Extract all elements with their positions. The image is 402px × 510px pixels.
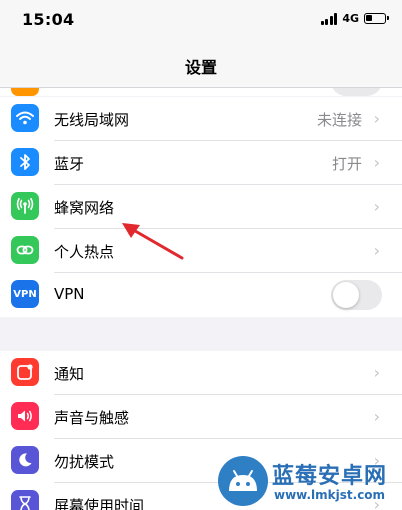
watermark-title: 蓝莓安卓网 xyxy=(272,464,388,489)
android-robot-logo-icon xyxy=(218,456,268,506)
row-cellular[interactable]: 蜂窝网络 › xyxy=(0,185,402,229)
annotation-arrow-icon xyxy=(122,223,184,260)
row-label: 蓝牙 xyxy=(54,155,85,173)
chevron-right-icon: › xyxy=(373,109,380,128)
row-wifi[interactable]: 无线局域网 未连接 › xyxy=(0,97,402,141)
row-bluetooth[interactable]: 蓝牙 打开 › xyxy=(0,141,402,185)
personal-hotspot-icon xyxy=(11,236,39,264)
status-bar: 15:04 4G xyxy=(0,0,402,40)
row-label: 声音与触感 xyxy=(54,409,130,427)
status-time: 15:04 xyxy=(22,10,75,29)
row-label: VPN xyxy=(54,285,85,303)
watermark-url: www.lmkjst.com xyxy=(274,488,386,502)
clipped-row xyxy=(0,88,402,96)
row-vpn: VPN VPN xyxy=(0,273,402,317)
battery-icon xyxy=(364,13,389,24)
chevron-right-icon: › xyxy=(373,363,380,382)
row-value: 打开 xyxy=(331,155,362,173)
row-label: 勿扰模式 xyxy=(54,453,115,471)
network-settings-group: 无线局域网 未连接 › 蓝牙 打开 › 蜂窝网络 › 个人热点 › VPN VP… xyxy=(0,97,402,317)
row-personal-hotspot[interactable]: 个人热点 › xyxy=(0,229,402,273)
row-label: 通知 xyxy=(54,365,85,383)
chevron-right-icon: › xyxy=(373,153,380,172)
speaker-icon xyxy=(11,402,39,430)
watermark: 蓝莓安卓网 www.lmkjst.com xyxy=(214,454,402,510)
toggle-knob xyxy=(333,282,359,308)
wifi-icon xyxy=(11,104,39,132)
row-label: 屏幕使用时间 xyxy=(54,497,145,510)
cellular-antenna-icon xyxy=(11,192,39,220)
network-type: 4G xyxy=(342,12,359,25)
vpn-icon: VPN xyxy=(11,280,39,308)
chevron-right-icon: › xyxy=(373,197,380,216)
airplane-mode-toggle[interactable] xyxy=(331,88,382,96)
row-sounds-haptics[interactable]: 声音与触感 › xyxy=(0,395,402,439)
moon-icon xyxy=(11,446,39,474)
row-label: 个人热点 xyxy=(54,243,115,261)
nav-bar: 设置 xyxy=(0,40,402,88)
bluetooth-icon xyxy=(11,148,39,176)
signal-strength-icon xyxy=(320,12,338,25)
notifications-icon xyxy=(11,358,39,386)
row-label: 无线局域网 xyxy=(54,111,130,129)
hourglass-icon xyxy=(11,490,39,510)
status-indicators: 4G xyxy=(320,12,389,25)
row-value: 未连接 xyxy=(316,111,362,129)
page-title: 设置 xyxy=(184,58,217,77)
chevron-right-icon: › xyxy=(373,241,380,260)
row-notifications[interactable]: 通知 › xyxy=(0,351,402,395)
vpn-toggle[interactable] xyxy=(331,280,382,310)
airplane-mode-icon xyxy=(11,88,39,96)
row-label: 蜂窝网络 xyxy=(54,199,115,217)
chevron-right-icon: › xyxy=(373,407,380,426)
